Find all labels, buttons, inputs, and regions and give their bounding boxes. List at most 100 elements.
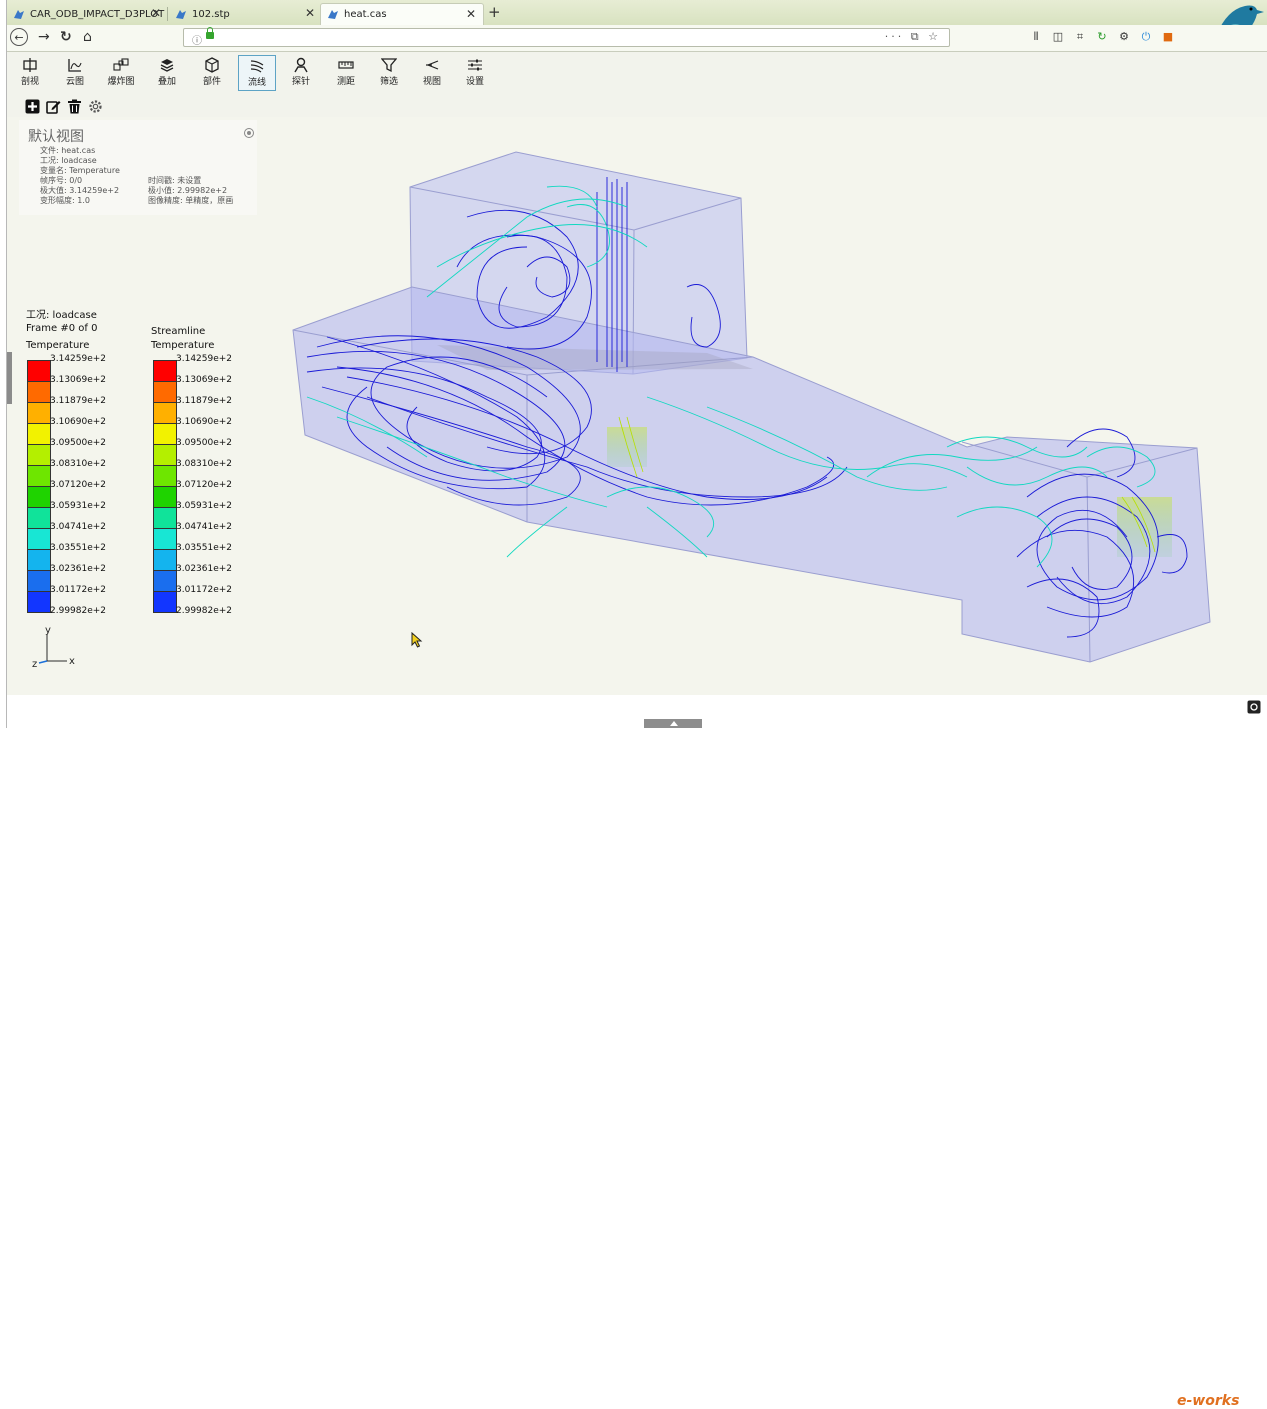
3d-viewport[interactable]: 默认视图 文件: heat.cas 工况: loadcase 变量名: Temp… bbox=[7, 117, 1267, 695]
contour-icon bbox=[68, 59, 82, 72]
extension-square-icon[interactable]: ■ bbox=[1161, 30, 1175, 44]
colorbar-value-label: 3.04741e+2 bbox=[176, 522, 233, 532]
home-icon[interactable]: ⌂ bbox=[83, 29, 92, 45]
part-cube-icon bbox=[205, 57, 219, 73]
toolbar-label: 流线 bbox=[247, 78, 266, 88]
sidebar-icon[interactable]: ◫ bbox=[1051, 30, 1065, 44]
info-file: 文件: heat.cas bbox=[40, 146, 96, 155]
gear-extension-icon[interactable]: ⚙ bbox=[1117, 30, 1131, 44]
toolbar-label: 叠加 bbox=[157, 77, 176, 87]
colorbar-segment bbox=[154, 592, 176, 613]
colorbar-value-label: 3.09500e+2 bbox=[176, 438, 233, 448]
toolbar-label: 部件 bbox=[202, 77, 221, 87]
toolbar-label: 剖视 bbox=[20, 77, 39, 87]
url-page-actions[interactable]: ··· ⧉ ☆ bbox=[885, 30, 941, 44]
colorbar-value-label: 3.01172e+2 bbox=[50, 585, 107, 595]
app-favicon-icon bbox=[14, 9, 24, 19]
tab-bar: CAR_ODB_IMPACT_D3PLOT ✕ 102.stp ✕ heat.c… bbox=[7, 0, 1267, 45]
info-max: 极大值: 3.14259e+2 bbox=[40, 186, 120, 195]
toolbar-button-section[interactable]: 剖视 bbox=[11, 55, 49, 91]
colorbar-value-label: 3.05931e+2 bbox=[176, 501, 233, 511]
toolbar-button-view[interactable]: 视图 bbox=[413, 55, 451, 91]
browser-window: CAR_ODB_IMPACT_D3PLOT ✕ 102.stp ✕ heat.c… bbox=[6, 0, 1267, 1409]
panel-toggle-icon[interactable] bbox=[244, 128, 254, 138]
toolbar-label: 爆炸图 bbox=[107, 77, 135, 87]
colorbar-segment bbox=[28, 424, 50, 445]
colorbar-value-label: 3.03551e+2 bbox=[176, 543, 233, 553]
colorbar-segment bbox=[154, 550, 176, 571]
bottom-panel-handle[interactable] bbox=[644, 719, 702, 728]
axis-x-label: x bbox=[69, 656, 75, 667]
toolbar-button-measure[interactable]: 测距 bbox=[327, 55, 365, 91]
navigation-bar: ← → ↻ ⌂ ⓘ ··· ⧉ ☆ ⫴ ◫ ⌗ ↻ ⚙ ⏻ ■ bbox=[7, 25, 1267, 52]
axis-triad-icon: y x z bbox=[32, 625, 75, 670]
power-icon[interactable]: ⏻ bbox=[1139, 30, 1153, 44]
tab-close-icon[interactable]: ✕ bbox=[151, 6, 161, 20]
edit-view-icon[interactable] bbox=[46, 99, 61, 114]
tab-heat-cas[interactable]: heat.cas ✕ bbox=[320, 3, 484, 25]
tab-title: 102.stp bbox=[192, 8, 230, 20]
screenshot-corner-icon[interactable] bbox=[1247, 700, 1261, 714]
colorbar-segment bbox=[28, 361, 50, 382]
info-variable: 变量名: Temperature bbox=[40, 166, 120, 175]
tab-car-odb[interactable]: CAR_ODB_IMPACT_D3PLOT ✕ bbox=[7, 3, 168, 25]
info-circle-icon[interactable]: ⓘ bbox=[192, 32, 202, 47]
toolbar-button-probe[interactable]: 探针 bbox=[282, 55, 320, 91]
colorbar-segment bbox=[154, 445, 176, 466]
info-time-step: 时间戳: 未设置 bbox=[148, 176, 202, 185]
colorbar-value-label: 3.11879e+2 bbox=[50, 396, 107, 406]
status-area: e-works bbox=[7, 695, 1267, 1409]
streamline-colorbar bbox=[153, 360, 177, 613]
add-view-icon[interactable] bbox=[25, 99, 40, 114]
info-deform: 变形幅度: 1.0 bbox=[40, 196, 90, 205]
colorbar-value-label: 3.02361e+2 bbox=[176, 564, 233, 574]
toolbar-button-explode[interactable]: 爆炸图 bbox=[102, 55, 140, 91]
mouse-cursor-icon bbox=[411, 632, 423, 648]
library-icon[interactable]: ⫴ bbox=[1029, 30, 1043, 44]
forward-arrow-icon[interactable]: → bbox=[38, 29, 50, 45]
new-tab-button[interactable]: + bbox=[488, 3, 501, 21]
colorbar-value-label: 3.08310e+2 bbox=[176, 459, 233, 469]
colorbar-segment bbox=[154, 382, 176, 403]
toolbar-button-streamline[interactable]: 流线 bbox=[238, 55, 276, 91]
toolbar-button-filter[interactable]: 筛选 bbox=[370, 55, 408, 91]
lock-icon bbox=[206, 27, 214, 39]
toolbar-button-contour[interactable]: 云图 bbox=[56, 55, 94, 91]
legend-right-title: Streamline bbox=[151, 326, 206, 337]
reload-icon[interactable]: ↻ bbox=[60, 29, 72, 45]
main-duct-volume bbox=[292, 286, 1211, 663]
back-arrow-icon[interactable]: ← bbox=[10, 28, 28, 46]
tab-102-stp[interactable]: 102.stp ✕ bbox=[169, 3, 322, 25]
screenshot-icon[interactable]: ⌗ bbox=[1073, 30, 1087, 44]
sync-icon[interactable]: ↻ bbox=[1095, 30, 1109, 44]
toolbar-button-overlay[interactable]: 叠加 bbox=[148, 55, 186, 91]
tab-close-icon[interactable]: ✕ bbox=[305, 6, 315, 20]
app-favicon-icon bbox=[328, 10, 338, 19]
colorbar-segment bbox=[28, 592, 50, 613]
toolbar-label: 设置 bbox=[465, 77, 484, 87]
tab-close-icon[interactable]: ✕ bbox=[466, 7, 476, 21]
toolbar-label: 筛选 bbox=[379, 77, 398, 87]
view-info-panel: 默认视图 文件: heat.cas 工况: loadcase 变量名: Temp… bbox=[19, 120, 257, 215]
colorbar-value-label: 3.13069e+2 bbox=[50, 375, 107, 385]
colorbar-value-label: 3.01172e+2 bbox=[176, 585, 233, 595]
delete-view-icon[interactable] bbox=[67, 99, 82, 114]
colorbar-value-label: 3.09500e+2 bbox=[50, 438, 107, 448]
colorbar-value-label: 2.99982e+2 bbox=[50, 606, 107, 616]
side-panel-handle[interactable] bbox=[7, 352, 12, 404]
section-icon bbox=[23, 58, 37, 72]
toolbar-button-part[interactable]: 部件 bbox=[193, 55, 231, 91]
colorbar-value-label: 2.99982e+2 bbox=[176, 606, 233, 616]
colorbar-value-label: 3.07120e+2 bbox=[176, 480, 233, 490]
view-settings-gear-icon[interactable] bbox=[88, 99, 103, 114]
view-icon bbox=[426, 60, 439, 70]
colorbar-value-label: 3.04741e+2 bbox=[50, 522, 107, 532]
colorbar-segment bbox=[28, 487, 50, 508]
address-bar[interactable]: ⓘ ··· ⧉ ☆ bbox=[183, 27, 950, 47]
colorbar-value-label: 3.02361e+2 bbox=[50, 564, 107, 574]
colorbar-segment bbox=[154, 424, 176, 445]
info-min: 极小值: 2.99982e+2 bbox=[148, 186, 228, 195]
toolbar-button-settings[interactable]: 设置 bbox=[456, 55, 494, 91]
probe-icon bbox=[294, 57, 308, 73]
colorbar-segment bbox=[28, 508, 50, 529]
